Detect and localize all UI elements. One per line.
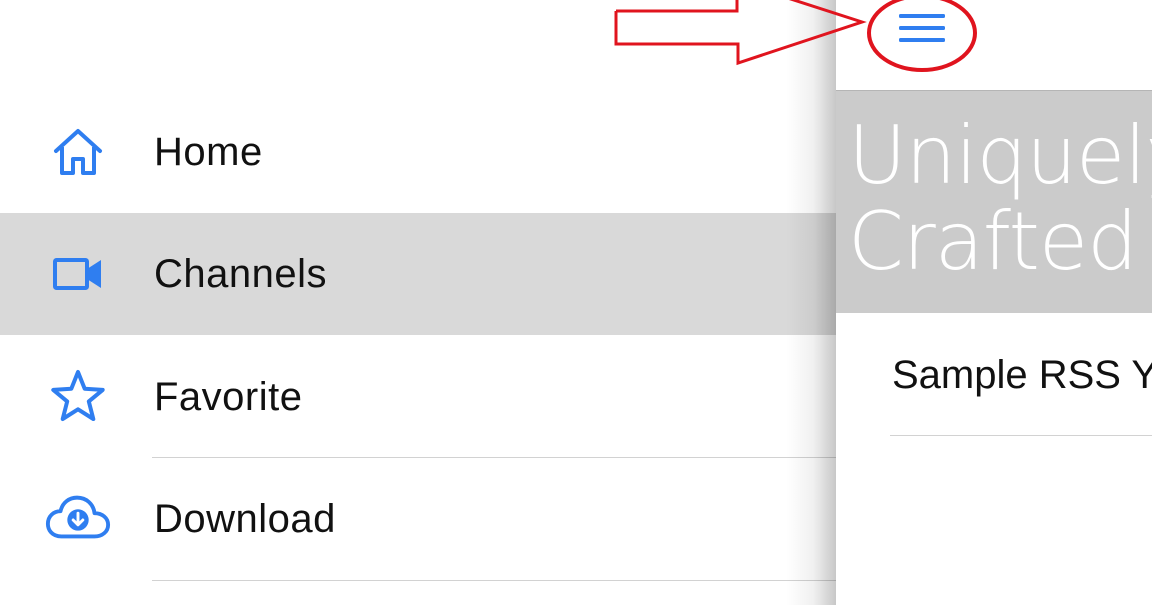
cloud-download-icon [44,480,112,558]
feed-list-item[interactable]: Sample RSS Y [890,313,1152,435]
video-camera-icon [44,235,112,313]
star-icon [44,358,112,436]
menu-button[interactable] [892,4,952,56]
menu-item-label: Download [154,497,336,541]
app-screen: Home Channels Favorite Download Uniquel … [0,0,1152,605]
menu-divider [152,580,836,581]
feed-item-title: Sample RSS Y [892,353,1152,397]
menu-item-label: Channels [154,252,328,296]
home-icon [44,113,112,191]
side-menu: Home Channels Favorite Download [0,0,836,605]
menu-item-favorite[interactable]: Favorite [0,336,836,458]
menu-item-home[interactable]: Home [0,91,836,213]
main-panel: Uniquely Crafted Sample RSS Y [836,0,1152,605]
hero-title: Uniquely Crafted [848,109,1152,288]
menu-item-label: Home [154,130,263,174]
hero-banner: Uniquely Crafted [836,91,1152,313]
hamburger-menu-icon [897,10,947,51]
menu-item-channels[interactable]: Channels [0,213,836,335]
feed-divider [890,435,1152,436]
menu-item-download[interactable]: Download [0,458,836,580]
menu-item-label: Favorite [154,375,303,419]
